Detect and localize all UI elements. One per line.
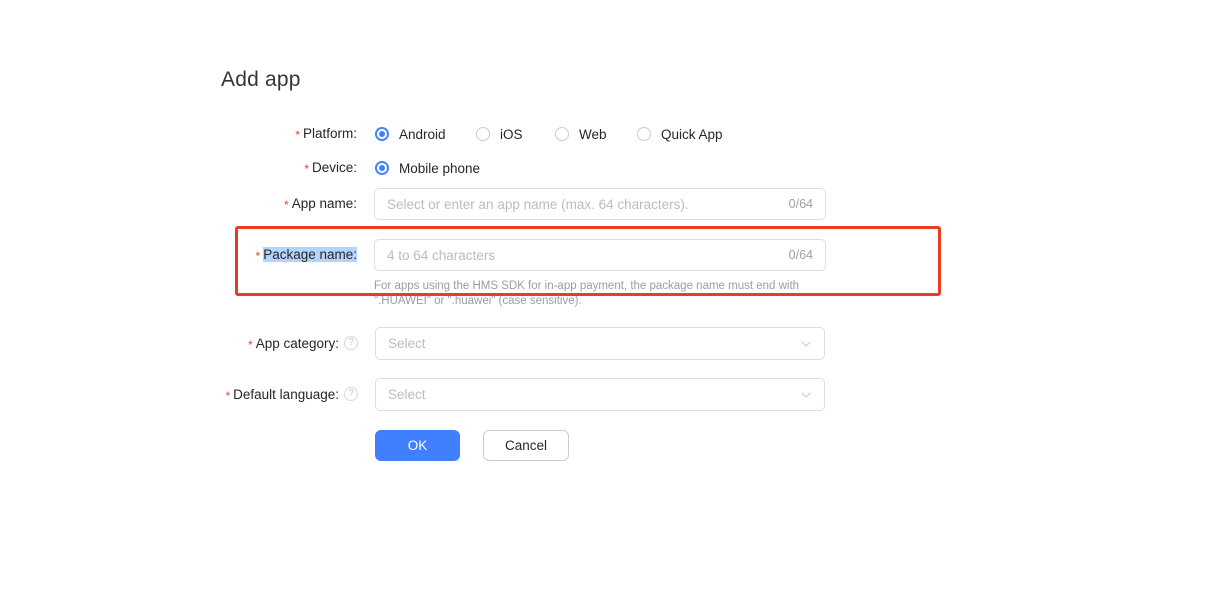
radio-label-web: Web	[579, 126, 607, 142]
default-language-label: * Default language:?	[225, 381, 358, 409]
radio-mobile-phone-icon[interactable]	[375, 161, 389, 175]
required-asterisk: *	[225, 389, 231, 403]
default-language-placeholder: Select	[388, 387, 426, 402]
app-name-input[interactable]: Select or enter an app name (max. 64 cha…	[374, 188, 826, 220]
platform-radio-group: Android iOS Web Quick App	[375, 120, 795, 148]
app-category-select[interactable]: Select	[375, 327, 825, 360]
package-name-label: * Package name:	[256, 241, 357, 269]
form-row-platform: * Platform:	[221, 120, 357, 148]
add-app-dialog: Add app * Platform: Android iOS Web Quic…	[0, 0, 1216, 591]
radio-option-web[interactable]: Web	[555, 120, 607, 148]
default-language-select[interactable]: Select	[375, 378, 825, 411]
form-row-package-name: * Package name:	[221, 241, 357, 269]
chevron-down-icon[interactable]	[800, 389, 812, 401]
radio-label-quick-app: Quick App	[661, 126, 723, 142]
app-name-placeholder: Select or enter an app name (max. 64 cha…	[387, 196, 689, 212]
radio-web-icon[interactable]	[555, 127, 569, 141]
app-category-placeholder: Select	[388, 336, 426, 351]
app-name-label: * App name:	[284, 196, 357, 212]
package-name-helper-line1: For apps using the HMS SDK for in-app pa…	[374, 280, 800, 292]
radio-label-mobile-phone: Mobile phone	[399, 160, 481, 176]
required-asterisk: *	[248, 338, 253, 352]
radio-option-quick-app[interactable]: Quick App	[637, 120, 723, 148]
required-asterisk: *	[304, 162, 309, 176]
required-asterisk: *	[295, 128, 300, 142]
ok-button[interactable]: OK	[375, 430, 460, 461]
chevron-down-icon[interactable]	[800, 338, 812, 350]
radio-quick-app-icon[interactable]	[637, 127, 651, 141]
package-name-placeholder: 4 to 64 characters	[387, 247, 496, 263]
page-title: Add app	[221, 68, 301, 91]
radio-android-icon[interactable]	[375, 127, 389, 141]
question-mark-icon[interactable]: ?	[344, 387, 358, 402]
required-asterisk: *	[255, 249, 261, 263]
form-row-device: * Device:	[221, 154, 357, 182]
form-row-app-category: * App category:?	[221, 330, 358, 358]
device-label: * Device:	[304, 160, 357, 176]
cancel-button[interactable]: Cancel	[483, 430, 569, 461]
platform-label: * Platform:	[295, 126, 357, 142]
package-name-label-text: Package name:	[263, 247, 357, 262]
radio-option-mobile-phone[interactable]: Mobile phone	[375, 154, 480, 182]
radio-label-ios: iOS	[500, 126, 523, 142]
app-category-label: * App category:?	[248, 330, 358, 358]
radio-label-android: Android	[399, 126, 446, 142]
form-row-default-language: * Default language:?	[221, 381, 358, 409]
device-radio-group: Mobile phone	[375, 154, 575, 182]
radio-ios-icon[interactable]	[476, 127, 490, 141]
question-mark-icon[interactable]: ?	[344, 336, 358, 351]
required-asterisk: *	[284, 198, 289, 212]
form-row-app-name: * App name:	[221, 190, 357, 218]
radio-option-android[interactable]: Android	[375, 120, 446, 148]
package-name-counter: 0/64	[788, 248, 813, 262]
radio-option-ios[interactable]: iOS	[476, 120, 523, 148]
package-name-input[interactable]: 4 to 64 characters 0/64	[374, 239, 826, 271]
package-name-helper-line2: ".HUAWEI" or ".huawei" (case sensitive).	[374, 295, 582, 307]
app-name-counter: 0/64	[788, 197, 813, 211]
